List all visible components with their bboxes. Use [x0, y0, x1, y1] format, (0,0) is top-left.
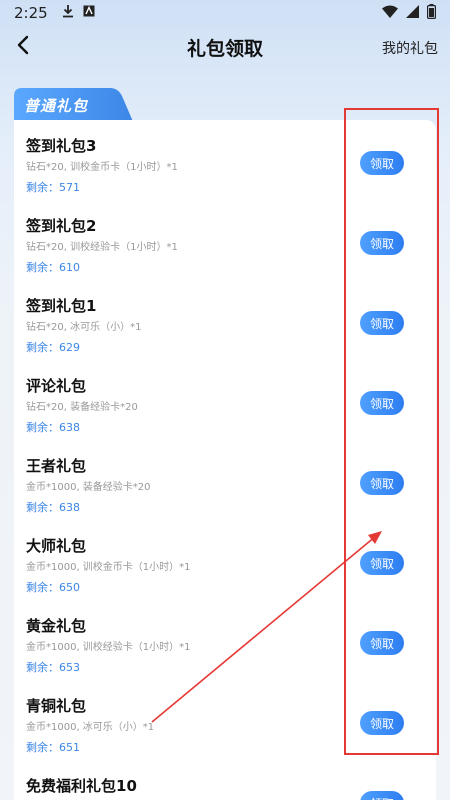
- gift-desc: 钻石*20, 装备经验卡*20: [26, 402, 138, 413]
- gift-item: 评论礼包 钻石*20, 装备经验卡*20 剩余：638 领取: [26, 360, 426, 440]
- claim-button[interactable]: 领取: [360, 231, 404, 255]
- gift-remaining: 剩余：571: [26, 181, 80, 194]
- gift-item: 青铜礼包 金币*1000, 冰可乐（小）*1 剩余：651 领取: [26, 680, 426, 760]
- gift-name: 黄金礼包: [26, 617, 87, 635]
- gift-desc: 钻石*20, 训校金币卡（1小时）*1: [26, 162, 178, 173]
- a-icon: [83, 5, 95, 21]
- status-time: 2:25: [14, 4, 48, 22]
- back-button[interactable]: [8, 32, 38, 62]
- gift-desc: 钻石*20, 冰可乐（小）*1: [26, 322, 142, 333]
- gift-item: 王者礼包 金币*1000, 装备经验卡*20 剩余：638 领取: [26, 440, 426, 520]
- gift-name: 免费福利礼包10: [26, 777, 137, 795]
- gift-remaining: 剩余：650: [26, 581, 80, 594]
- gift-item: 签到礼包1 钻石*20, 冰可乐（小）*1 剩余：629 领取: [26, 280, 426, 360]
- gift-name: 大师礼包: [26, 537, 87, 555]
- my-gifts-link[interactable]: 我的礼包: [382, 38, 438, 58]
- claim-button[interactable]: 领取: [360, 711, 404, 735]
- gift-remaining: 剩余：653: [26, 661, 80, 674]
- gift-remaining: 剩余：629: [26, 341, 80, 354]
- gift-desc: 金币*1000, 冰可乐（小）*1: [26, 722, 155, 733]
- claim-button[interactable]: 领取: [360, 551, 404, 575]
- gift-name: 青铜礼包: [26, 697, 87, 715]
- gift-remaining: 剩余：638: [26, 421, 80, 434]
- claim-button[interactable]: 领取: [360, 791, 404, 800]
- gift-remaining: 剩余：651: [26, 741, 80, 754]
- nav-bar: 礼包领取 我的礼包: [0, 26, 450, 68]
- page-title: 礼包领取: [186, 37, 263, 60]
- download-icon: [62, 4, 74, 22]
- section-tab-normal-gifts[interactable]: 普通礼包: [14, 88, 134, 124]
- gift-name: 签到礼包2: [26, 217, 97, 235]
- gift-name: 签到礼包1: [26, 297, 97, 315]
- section-tab-label: 普通礼包: [24, 97, 89, 115]
- signal-icon: [406, 4, 419, 22]
- gift-item: 免费福利礼包10 领取: [26, 760, 426, 800]
- claim-button[interactable]: 领取: [360, 391, 404, 415]
- gift-name: 王者礼包: [26, 457, 87, 475]
- wifi-icon: [382, 5, 398, 22]
- gift-remaining: 剩余：638: [26, 501, 80, 514]
- gift-item: 大师礼包 金币*1000, 训校金币卡（1小时）*1 剩余：650 领取: [26, 520, 426, 600]
- gift-remaining: 剩余：610: [26, 261, 80, 274]
- battery-icon: [427, 3, 437, 23]
- gift-desc: 金币*1000, 装备经验卡*20: [26, 482, 151, 493]
- status-bar: 2:25: [0, 0, 450, 26]
- gift-desc: 钻石*20, 训校经验卡（1小时）*1: [26, 242, 178, 253]
- claim-button[interactable]: 领取: [360, 151, 404, 175]
- gift-name: 签到礼包3: [26, 137, 97, 155]
- claim-button[interactable]: 领取: [360, 311, 404, 335]
- gift-desc: 金币*1000, 训校金币卡（1小时）*1: [26, 562, 191, 573]
- gift-item: 签到礼包2 钻石*20, 训校经验卡（1小时）*1 剩余：610 领取: [26, 200, 426, 280]
- gift-desc: 金币*1000, 训校经验卡（1小时）*1: [26, 642, 191, 653]
- claim-button[interactable]: 领取: [360, 471, 404, 495]
- gift-name: 评论礼包: [26, 377, 87, 395]
- gift-list-card: 签到礼包3 钻石*20, 训校金币卡（1小时）*1 剩余：571 领取 签到礼包…: [14, 120, 436, 800]
- gift-item: 黄金礼包 金币*1000, 训校经验卡（1小时）*1 剩余：653 领取: [26, 600, 426, 680]
- claim-button[interactable]: 领取: [360, 631, 404, 655]
- gift-item: 签到礼包3 钻石*20, 训校金币卡（1小时）*1 剩余：571 领取: [26, 120, 426, 200]
- chevron-left-icon: [16, 35, 30, 59]
